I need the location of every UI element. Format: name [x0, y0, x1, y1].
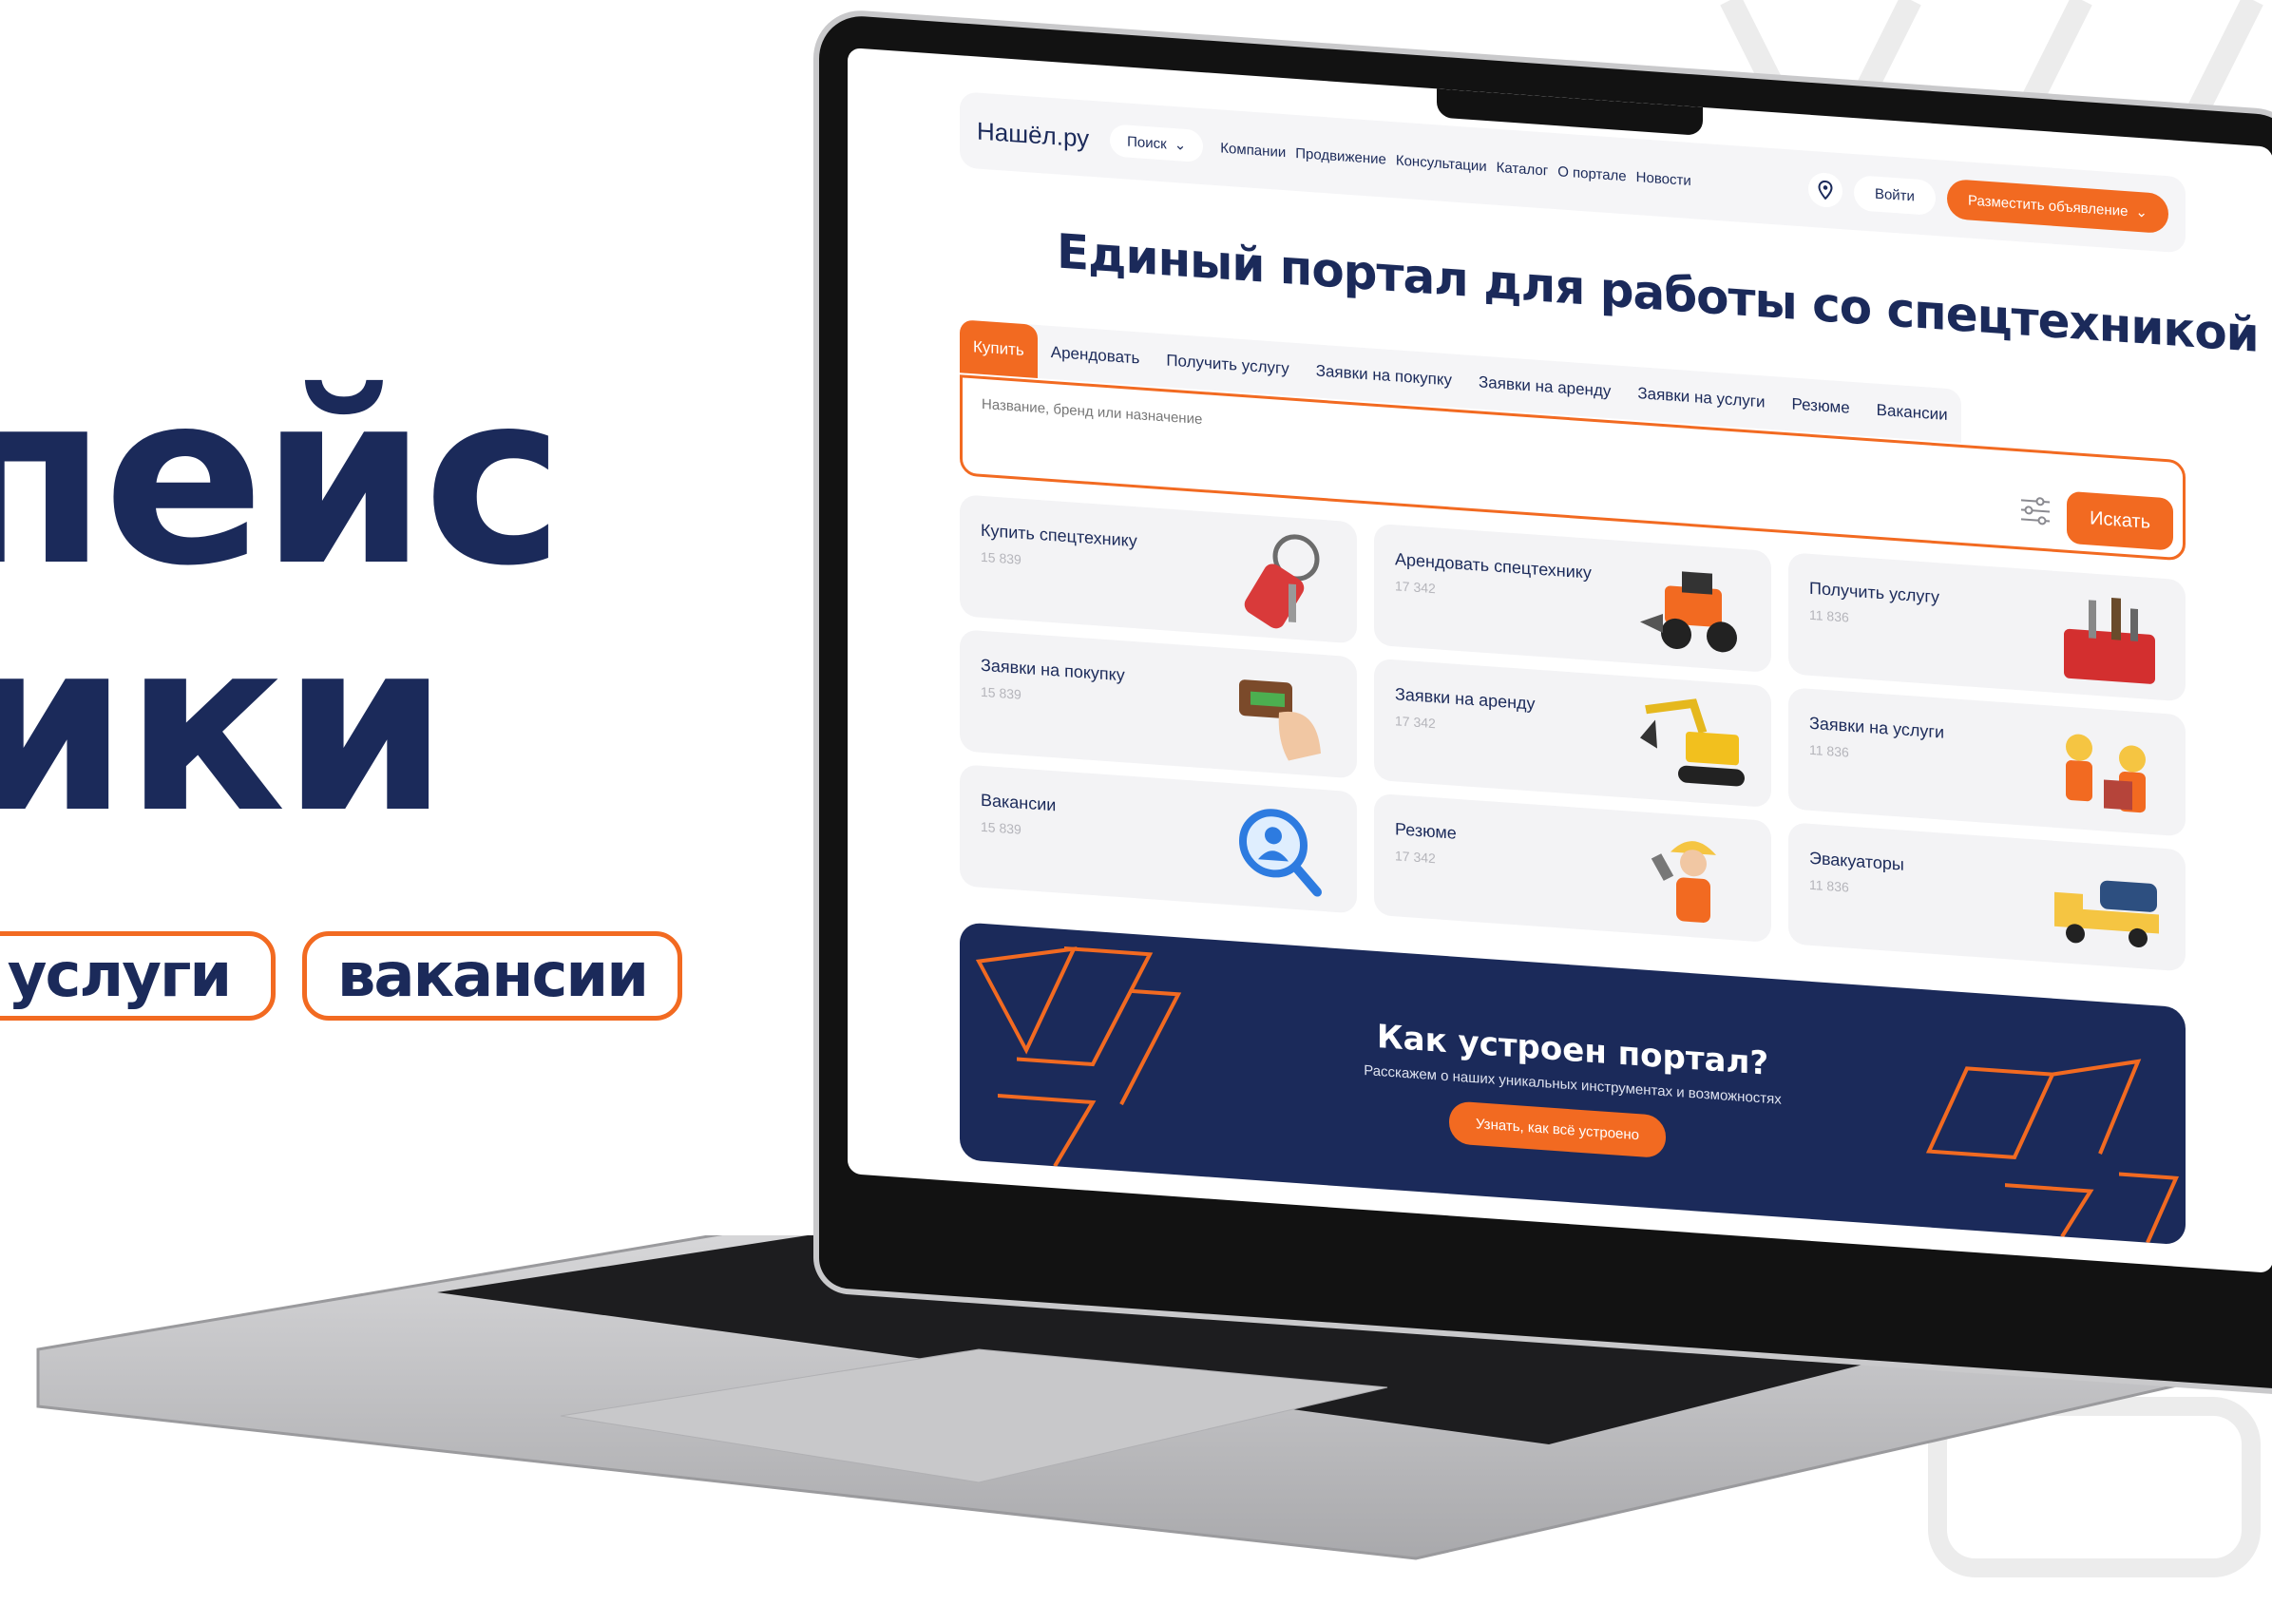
location-pin-icon[interactable] — [1807, 171, 1842, 209]
laptop-screen: Нашёл.ру Поиск ⌄ Компании Продвижение Ко… — [848, 48, 2272, 1273]
search-placeholder: Название, бренд или назначение — [982, 395, 1203, 429]
logo-text: Нашёл — [977, 116, 1057, 150]
search-button[interactable]: Искать — [2067, 490, 2173, 551]
card-count: 11 836 — [1809, 876, 1849, 895]
worker-icon — [1651, 841, 1716, 923]
card-title: Заявки на аренду — [1395, 684, 1536, 714]
wallet-hand-icon — [1239, 679, 1321, 761]
card-count: 15 839 — [981, 683, 1021, 702]
card-vacancies[interactable]: Вакансии 15 839 — [960, 764, 1357, 914]
tab-resume[interactable]: Резюме — [1778, 376, 1862, 435]
filter-icon[interactable] — [2019, 495, 2052, 525]
category-cards-grid: Купить спецтехнику 15 839 Арендовать спе… — [960, 494, 2186, 972]
card-count: 17 342 — [1395, 578, 1436, 597]
promo-heading-line-1: пейс — [0, 341, 564, 618]
promo-pill-vacancies: вакансии — [302, 931, 682, 1021]
excavator-icon — [1640, 698, 1745, 787]
tab-buy[interactable]: Купить — [960, 319, 1038, 378]
search-dropdown[interactable]: Поиск ⌄ — [1110, 124, 1204, 163]
card-count: 17 342 — [1395, 848, 1436, 867]
workers-icon — [2066, 734, 2146, 813]
chevron-down-icon: ⌄ — [2135, 203, 2148, 221]
tab-rent[interactable]: Арендовать — [1038, 325, 1154, 387]
card-resume[interactable]: Резюме 17 342 — [1374, 793, 1771, 943]
tab-rent-requests[interactable]: Заявки на аренду — [1465, 354, 1624, 419]
keys-icon — [1244, 534, 1320, 629]
card-title: Арендовать спецтехнику — [1395, 549, 1592, 583]
card-service-requests[interactable]: Заявки на услуги 11 836 — [1788, 687, 2186, 837]
tab-purchase-requests[interactable]: Заявки на покупку — [1303, 343, 1465, 408]
toolbox-icon — [2064, 598, 2155, 684]
logo-suffix: .ру — [1056, 121, 1090, 153]
card-buy-equipment[interactable]: Купить спецтехнику 15 839 — [960, 494, 1357, 644]
card-count: 11 836 — [1809, 606, 1849, 625]
card-count: 15 839 — [981, 548, 1021, 567]
card-count: 15 839 — [981, 818, 1021, 837]
user-search-icon — [1239, 809, 1322, 897]
card-count: 17 342 — [1395, 713, 1436, 732]
card-title: Вакансии — [981, 790, 1057, 815]
post-ad-button[interactable]: Разместить объявление ⌄ — [1946, 178, 2168, 235]
tow-truck-icon — [2054, 880, 2159, 947]
nav-link-consultations[interactable]: Консультации — [1396, 152, 1487, 175]
card-rent-equipment[interactable]: Арендовать спецтехнику 17 342 — [1374, 523, 1771, 673]
excavator-loader-icon — [1640, 571, 1737, 653]
card-title: Эвакуаторы — [1809, 848, 1904, 874]
search-dropdown-label: Поиск — [1127, 133, 1167, 152]
card-title: Заявки на услуги — [1809, 713, 1944, 742]
site-logo[interactable]: Нашёл.ру — [977, 116, 1089, 153]
chevron-down-icon: ⌄ — [1174, 137, 1187, 154]
card-count: 11 836 — [1809, 741, 1849, 760]
nav-link-news[interactable]: Новости — [1636, 169, 1691, 189]
nav-link-about[interactable]: О портале — [1557, 163, 1626, 184]
nav-link-promotion[interactable]: Продвижение — [1295, 144, 1386, 167]
card-title: Резюме — [1395, 819, 1457, 843]
card-rent-requests[interactable]: Заявки на аренду 17 342 — [1374, 658, 1771, 808]
post-ad-label: Разместить объявление — [1967, 191, 2129, 220]
card-title: Купить спецтехнику — [981, 520, 1137, 551]
nav-link-catalog[interactable]: Каталог — [1497, 159, 1549, 179]
card-purchase-requests[interactable]: Заявки на покупку 15 839 — [960, 629, 1357, 779]
card-get-service[interactable]: Получить услугу 11 836 — [1788, 552, 2186, 702]
promo-heading-line-2: ики — [0, 588, 449, 865]
card-tow-trucks[interactable]: Эвакуаторы 11 836 — [1788, 822, 2186, 972]
promo-pill-services: услуги — [0, 931, 276, 1021]
card-title: Заявки на покупку — [981, 655, 1125, 685]
nav-link-companies[interactable]: Компании — [1220, 140, 1286, 161]
card-title: Получить услугу — [1809, 578, 1939, 607]
tab-service-requests[interactable]: Заявки на услуги — [1624, 366, 1778, 430]
tab-get-service[interactable]: Получить услугу — [1153, 333, 1302, 396]
login-button[interactable]: Войти — [1853, 174, 1936, 216]
tab-vacancies[interactable]: Вакансии — [1863, 383, 1961, 443]
